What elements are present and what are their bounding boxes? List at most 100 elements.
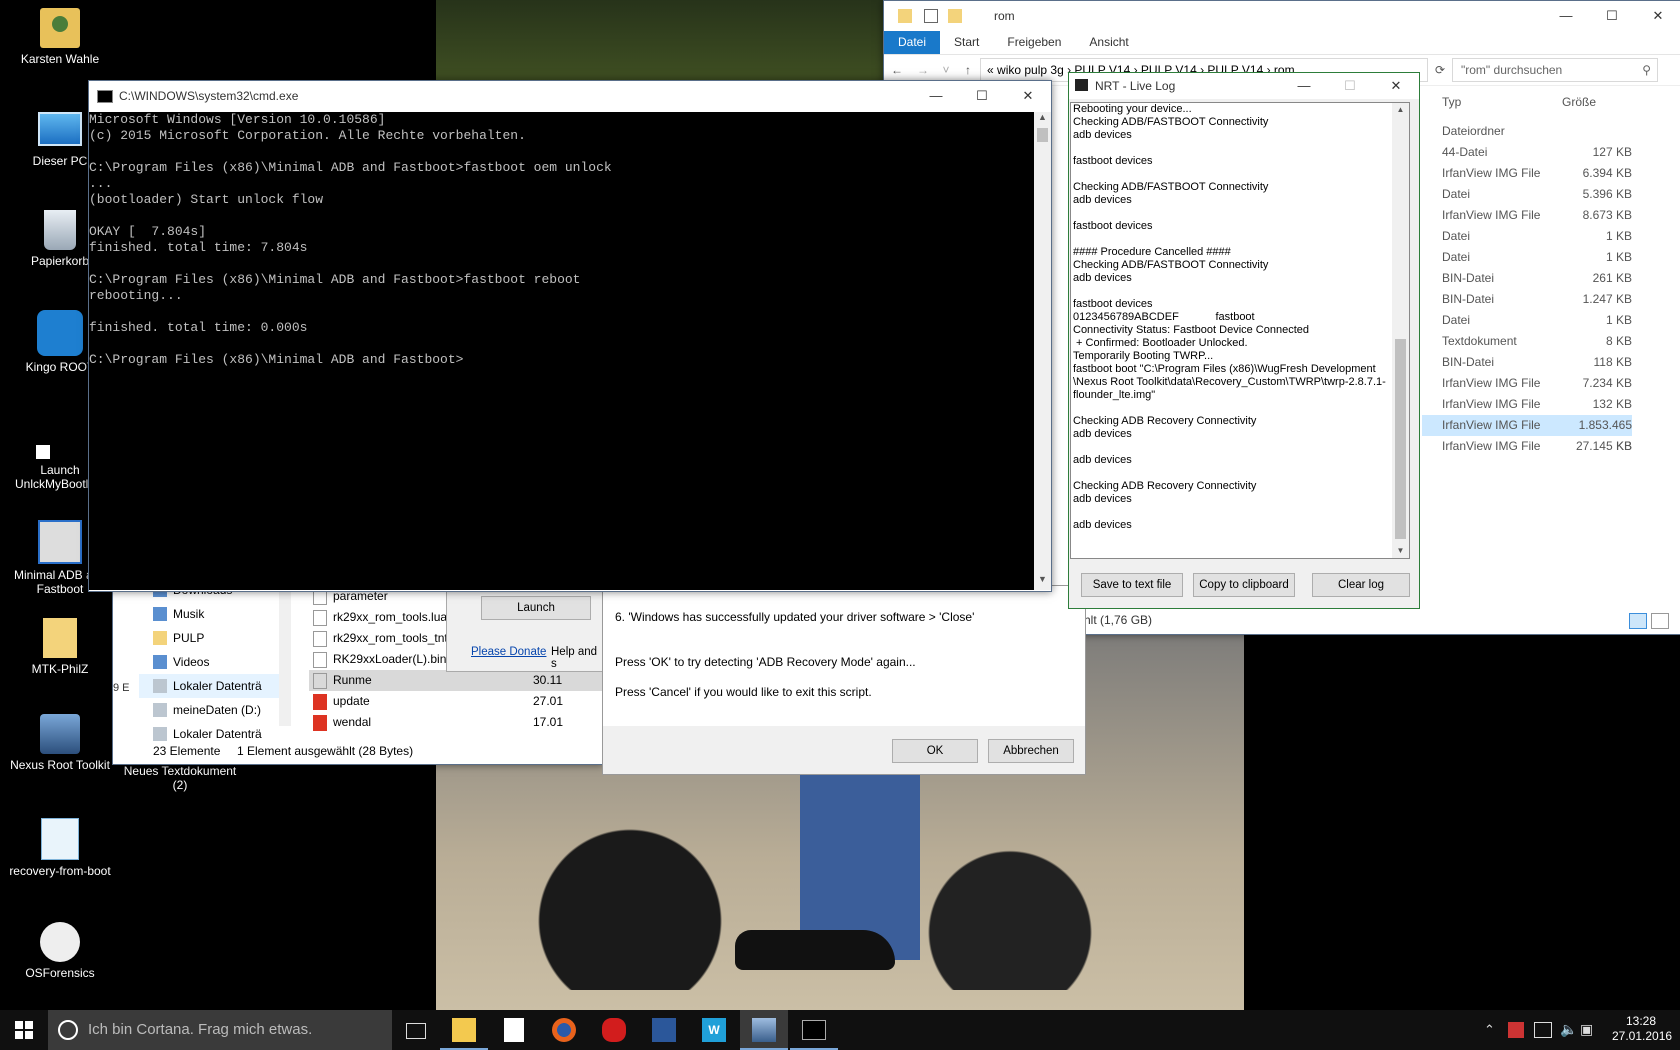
action-center-icon[interactable]: ▣ xyxy=(1580,1021,1593,1038)
table-row[interactable]: BIN-Datei 261 KB xyxy=(1422,268,1632,289)
close-button[interactable]: ✕ xyxy=(1635,1,1680,31)
back-icon[interactable]: ← xyxy=(884,63,910,77)
scroll-down-icon[interactable]: ▼ xyxy=(1392,544,1409,558)
taskbar-app-word[interactable] xyxy=(640,1010,688,1050)
scroll-thumb[interactable] xyxy=(1037,128,1048,142)
console-output[interactable]: Microsoft Windows [Version 10.0.10586] (c… xyxy=(89,112,1049,590)
nav-item[interactable]: Videos xyxy=(139,650,279,674)
table-row[interactable]: IrfanView IMG File 132 KB xyxy=(1422,394,1632,415)
cancel-button[interactable]: Abbrechen xyxy=(988,739,1074,763)
search-input[interactable]: "rom" durchsuchen ⚲ xyxy=(1452,58,1658,82)
taskbar-app-red[interactable] xyxy=(590,1010,638,1050)
table-row[interactable]: IrfanView IMG File 6.394 KB xyxy=(1422,163,1632,184)
cmd-scrollbar[interactable]: ▲ ▼ xyxy=(1034,112,1051,590)
tab-start[interactable]: Start xyxy=(940,31,993,54)
taskbar-app-cmd[interactable] xyxy=(790,1010,838,1050)
minimize-button[interactable]: — xyxy=(1281,73,1327,99)
table-row[interactable]: Datei 1 KB xyxy=(1422,310,1632,331)
network-icon[interactable] xyxy=(1534,1022,1552,1038)
nav-item[interactable]: Lokaler Datenträ xyxy=(139,674,279,698)
desktop-icon-new-text-document[interactable]: Neues Textdokument (2) xyxy=(120,764,240,792)
maximize-button[interactable]: ☐ xyxy=(959,81,1005,111)
list-item[interactable]: Runme 30.11 xyxy=(309,670,603,691)
show-hidden-icons-button[interactable]: ⌃ xyxy=(1484,1022,1495,1038)
log-scrollbar[interactable]: ▲ ▼ xyxy=(1392,103,1409,558)
table-row[interactable]: 44-Datei 127 KB xyxy=(1422,142,1632,163)
nrt-titlebar[interactable]: NRT - Live Log — ☐ ✕ xyxy=(1069,73,1419,99)
tray-app-icon[interactable] xyxy=(1508,1022,1524,1038)
table-row[interactable]: IrfanView IMG File 7.234 KB xyxy=(1422,373,1632,394)
table-row[interactable]: Datei 5.396 KB xyxy=(1422,184,1632,205)
maximize-button[interactable]: ☐ xyxy=(1327,73,1373,99)
refresh-icon[interactable]: ⟳ xyxy=(1428,63,1452,77)
details-view-icon[interactable] xyxy=(1629,613,1647,629)
cmd-titlebar[interactable]: C:\WINDOWS\system32\cmd.exe — ☐ ✕ xyxy=(89,81,1051,111)
up-icon[interactable]: ↑ xyxy=(956,63,980,77)
taskbar-app-firefox[interactable] xyxy=(540,1010,588,1050)
launch-button[interactable]: Launch xyxy=(481,596,591,620)
table-row[interactable]: Dateiordner xyxy=(1422,121,1632,142)
table-row[interactable]: BIN-Datei 118 KB xyxy=(1422,352,1632,373)
table-row[interactable]: Textdokument 8 KB xyxy=(1422,331,1632,352)
desktop-icon-mtk-philz[interactable]: MTK-PhilZ xyxy=(0,618,120,676)
nav-item-label: Musik xyxy=(173,607,205,621)
column-header-size[interactable]: Größe xyxy=(1562,95,1642,109)
nav-item[interactable]: Musik xyxy=(139,602,279,626)
table-row[interactable]: IrfanView IMG File 8.673 KB xyxy=(1422,205,1632,226)
column-header-type[interactable]: Typ xyxy=(1442,95,1557,109)
scroll-up-icon[interactable]: ▲ xyxy=(1034,112,1051,128)
table-row[interactable]: Datei 1 KB xyxy=(1422,247,1632,268)
help-link[interactable]: Help and s xyxy=(551,646,603,670)
desktop-icon-osforensics[interactable]: OSForensics xyxy=(0,922,120,980)
table-row[interactable]: BIN-Datei 1.247 KB xyxy=(1422,289,1632,310)
nav-item[interactable]: meineDaten (D:) xyxy=(139,698,279,722)
recent-icon[interactable]: ˅ xyxy=(936,63,956,77)
nav-scrollbar[interactable] xyxy=(279,586,291,726)
breadcrumb-item[interactable]: wiko pulp 3g xyxy=(997,63,1064,77)
tab-ansicht[interactable]: Ansicht xyxy=(1075,31,1142,54)
minimize-button[interactable]: — xyxy=(913,81,959,111)
size-cell: 127 KB xyxy=(1592,145,1632,159)
close-button[interactable]: ✕ xyxy=(1373,73,1419,99)
maximize-button[interactable]: ☐ xyxy=(1589,1,1635,31)
desktop-icon-karsten[interactable]: Karsten Wahle xyxy=(0,8,120,66)
copy-to-clipboard-button[interactable]: Copy to clipboard xyxy=(1193,573,1295,597)
cortana-search-box[interactable]: Ich bin Cortana. Frag mich etwas. xyxy=(48,1010,392,1050)
new-folder-icon[interactable] xyxy=(948,9,962,23)
explorer-titlebar[interactable]: rom — ☐ ✕ xyxy=(884,1,1680,31)
minimize-button[interactable]: — xyxy=(1543,1,1589,31)
large-icons-view-icon[interactable] xyxy=(1651,613,1669,629)
nav-item[interactable]: Lokaler Datenträ xyxy=(139,722,279,746)
table-row[interactable]: Datei 1 KB xyxy=(1422,226,1632,247)
properties-icon[interactable] xyxy=(924,9,938,23)
taskbar-app-store[interactable] xyxy=(490,1010,538,1050)
donate-link[interactable]: Please Donate xyxy=(471,646,546,658)
close-button[interactable]: ✕ xyxy=(1005,81,1051,111)
clock[interactable]: 13:28 27.01.2016 xyxy=(1612,1014,1672,1044)
scroll-down-icon[interactable]: ▼ xyxy=(1034,574,1051,590)
list-item[interactable]: update 27.01 xyxy=(309,691,603,712)
tab-freigeben[interactable]: Freigeben xyxy=(993,31,1075,54)
console-line: OKAY [ 7.804s] xyxy=(89,224,207,239)
tab-datei[interactable]: Datei xyxy=(884,31,941,54)
desktop-icon-recovery-from-boot[interactable]: recovery-from-boot xyxy=(0,818,120,878)
list-item[interactable]: wendal 17.01 xyxy=(309,712,603,733)
scroll-up-icon[interactable]: ▲ xyxy=(1392,103,1409,117)
ok-button[interactable]: OK xyxy=(892,739,978,763)
start-button[interactable] xyxy=(0,1010,48,1050)
breadcrumb-item[interactable]: « xyxy=(987,63,994,77)
table-row[interactable]: IrfanView IMG File 1.853.465 KB xyxy=(1422,415,1632,453)
table-row[interactable]: IrfanView IMG File 27.145 KB xyxy=(1422,436,1632,457)
taskbar-app-explorer[interactable] xyxy=(440,1010,488,1050)
taskbar-app-nrt[interactable] xyxy=(740,1010,788,1050)
desktop-icon-nexus-root-toolkit[interactable]: Nexus Root Toolkit xyxy=(0,714,120,772)
taskbar-app-writer[interactable]: W xyxy=(690,1010,738,1050)
task-view-button[interactable] xyxy=(392,1010,440,1050)
volume-icon[interactable]: 🔈 xyxy=(1560,1021,1577,1038)
save-to-text-file-button[interactable]: Save to text file xyxy=(1081,573,1183,597)
clear-log-button[interactable]: Clear log xyxy=(1312,573,1410,597)
nav-item[interactable]: PULP xyxy=(139,626,279,650)
scroll-thumb[interactable] xyxy=(1395,339,1406,539)
live-log-textbox[interactable]: Rebooting your device... Checking ADB/FAS… xyxy=(1070,102,1410,559)
forward-icon[interactable]: → xyxy=(910,63,936,77)
